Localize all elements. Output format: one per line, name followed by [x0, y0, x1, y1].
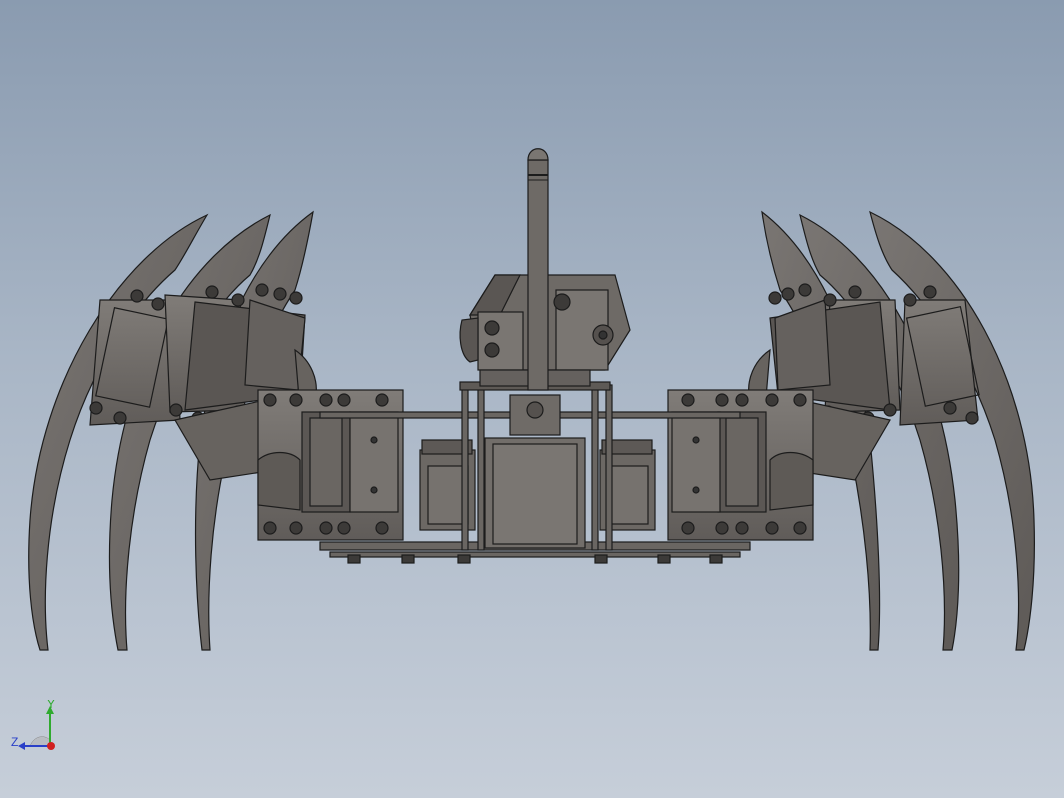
cad-viewport[interactable] — [0, 0, 1064, 798]
x-axis-dot — [47, 742, 55, 750]
antenna — [527, 148, 549, 391]
hexapod-robot-model — [28, 148, 1035, 651]
right-leg-plate-outer — [899, 299, 980, 426]
center-main-servo — [484, 437, 586, 549]
triad-base — [29, 736, 51, 747]
z-axis-arrow — [18, 742, 25, 750]
z-axis-label: Z — [11, 735, 18, 749]
y-axis-label: Y — [47, 700, 55, 711]
orientation-triad: Y Z — [11, 700, 55, 750]
